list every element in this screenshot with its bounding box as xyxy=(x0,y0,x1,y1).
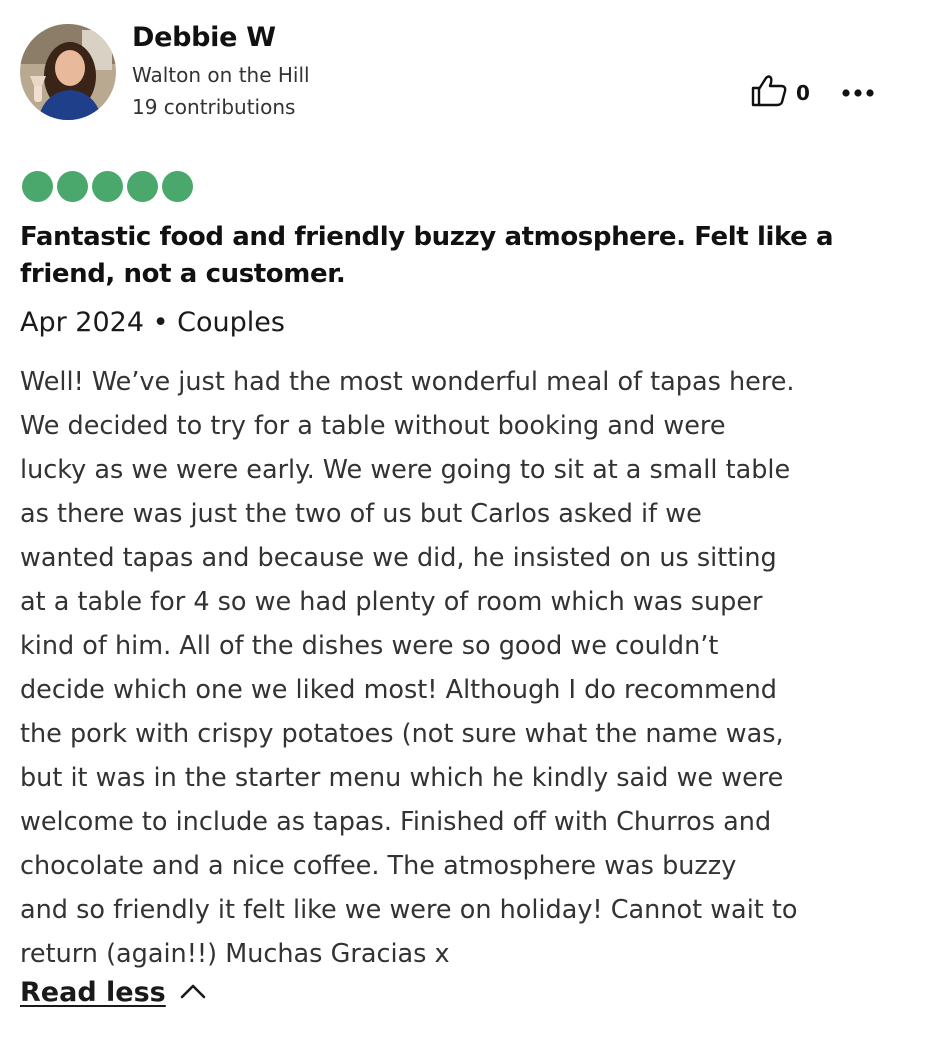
reviewer-name[interactable]: Debbie W xyxy=(132,22,276,53)
rating-bubble xyxy=(22,171,53,202)
review-body: Well! We’ve just had the most wonderful … xyxy=(20,360,910,976)
review-body-line: kind of him. All of the dishes were so g… xyxy=(20,631,719,661)
review-body-line: but it was in the starter menu which he … xyxy=(20,763,784,793)
review-body-line: the pork with crispy potatoes (not sure … xyxy=(20,719,784,749)
reviewer-contributions: 19 contributions xyxy=(132,95,296,119)
review-body-line: decide which one we liked most! Although… xyxy=(20,675,777,705)
rating-bubble xyxy=(92,171,123,202)
review-body-line: Well! We’ve just had the most wonderful … xyxy=(20,367,795,397)
chevron-up-icon xyxy=(180,983,206,1003)
read-less-button[interactable]: Read less xyxy=(20,977,206,1008)
helpful-count: 0 xyxy=(796,81,810,105)
review-body-line: We decided to try for a table without bo… xyxy=(20,411,726,441)
thumbs-up-icon xyxy=(750,74,788,112)
reviewer-location: Walton on the Hill xyxy=(132,63,310,87)
rating-bubble xyxy=(162,171,193,202)
review-body-line: at a table for 4 so we had plenty of roo… xyxy=(20,587,763,617)
read-less-label: Read less xyxy=(20,977,166,1008)
review-body-line: chocolate and a nice coffee. The atmosph… xyxy=(20,851,737,881)
avatar[interactable] xyxy=(20,24,116,120)
review-body-line: as there was just the two of us but Carl… xyxy=(20,499,702,529)
review-body-line: welcome to include as tapas. Finished of… xyxy=(20,807,772,837)
review-card: Debbie W Walton on the Hill 19 contribut… xyxy=(0,0,932,1048)
rating-bubble xyxy=(127,171,158,202)
rating-bubble xyxy=(57,171,88,202)
avatar-photo xyxy=(20,24,116,120)
rating-bubbles xyxy=(22,171,193,202)
more-options-button[interactable] xyxy=(838,78,878,106)
review-title[interactable]: Fantastic food and friendly buzzy atmosp… xyxy=(20,219,900,293)
review-body-line: wanted tapas and because we did, he insi… xyxy=(20,543,777,573)
review-visit-meta: Apr 2024 • Couples xyxy=(20,307,285,338)
helpful-vote-button[interactable]: 0 xyxy=(750,74,810,112)
review-body-line: lucky as we were early. We were going to… xyxy=(20,455,791,485)
review-body-line: return (again!!) Muchas Gracias x xyxy=(20,939,450,969)
more-options-icon xyxy=(841,83,875,102)
review-body-line: and so friendly it felt like we were on … xyxy=(20,895,798,925)
